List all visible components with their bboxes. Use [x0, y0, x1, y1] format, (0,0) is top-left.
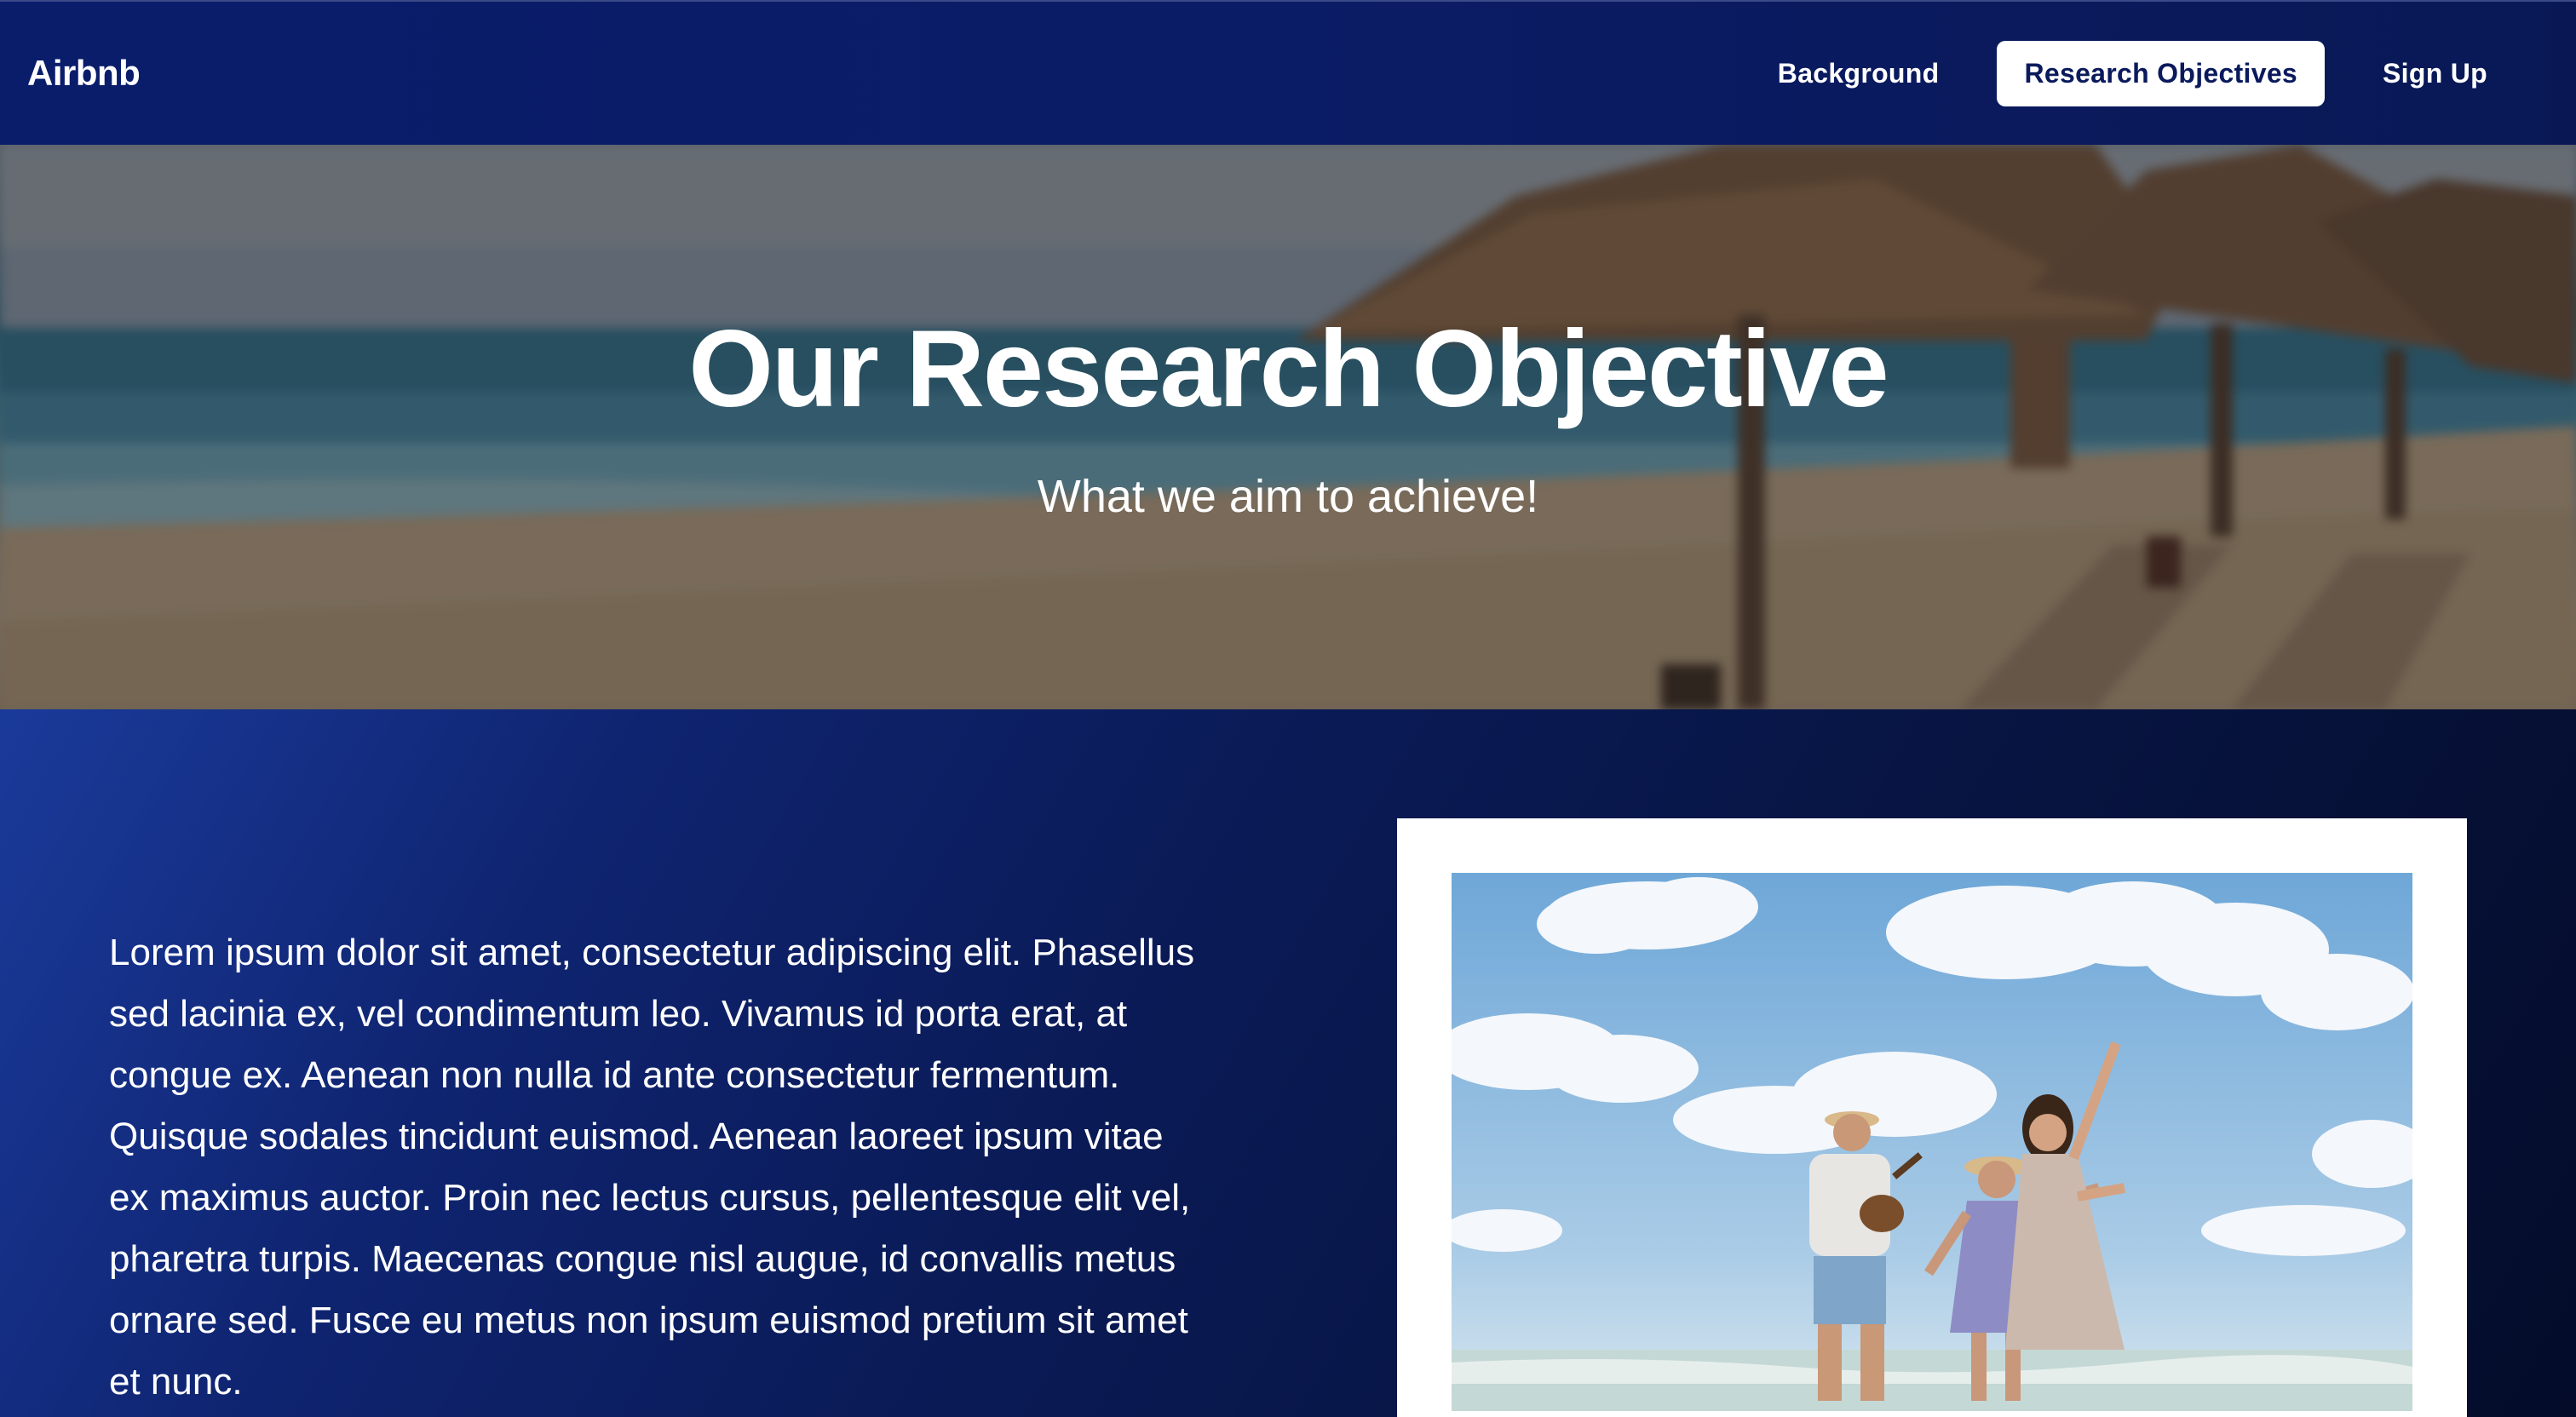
nav-link-research-objectives[interactable]: Research Objectives: [1997, 40, 2326, 106]
photo-frame: [1397, 818, 2467, 1417]
top-navbar: Airbnb Background Research Objectives Si…: [0, 0, 2576, 145]
hero-subtitle: What we aim to achieve!: [1037, 471, 1539, 522]
brand-logo[interactable]: Airbnb: [27, 53, 141, 94]
objective-paragraph: Lorem ipsum dolor sit amet, consectetur …: [109, 932, 1195, 1403]
objective-content-section: Lorem ipsum dolor sit amet, consectetur …: [0, 709, 2576, 1417]
nav-link-sign-up[interactable]: Sign Up: [2355, 41, 2515, 106]
hero-title: Our Research Objective: [688, 308, 1889, 430]
family-beach-photo: [1452, 873, 2412, 1411]
hero-banner: Our Research Objective What we aim to ac…: [0, 145, 2576, 709]
nav-link-background[interactable]: Background: [1751, 41, 1967, 106]
nav-links: Background Research Objectives Sign Up: [1751, 40, 2549, 106]
